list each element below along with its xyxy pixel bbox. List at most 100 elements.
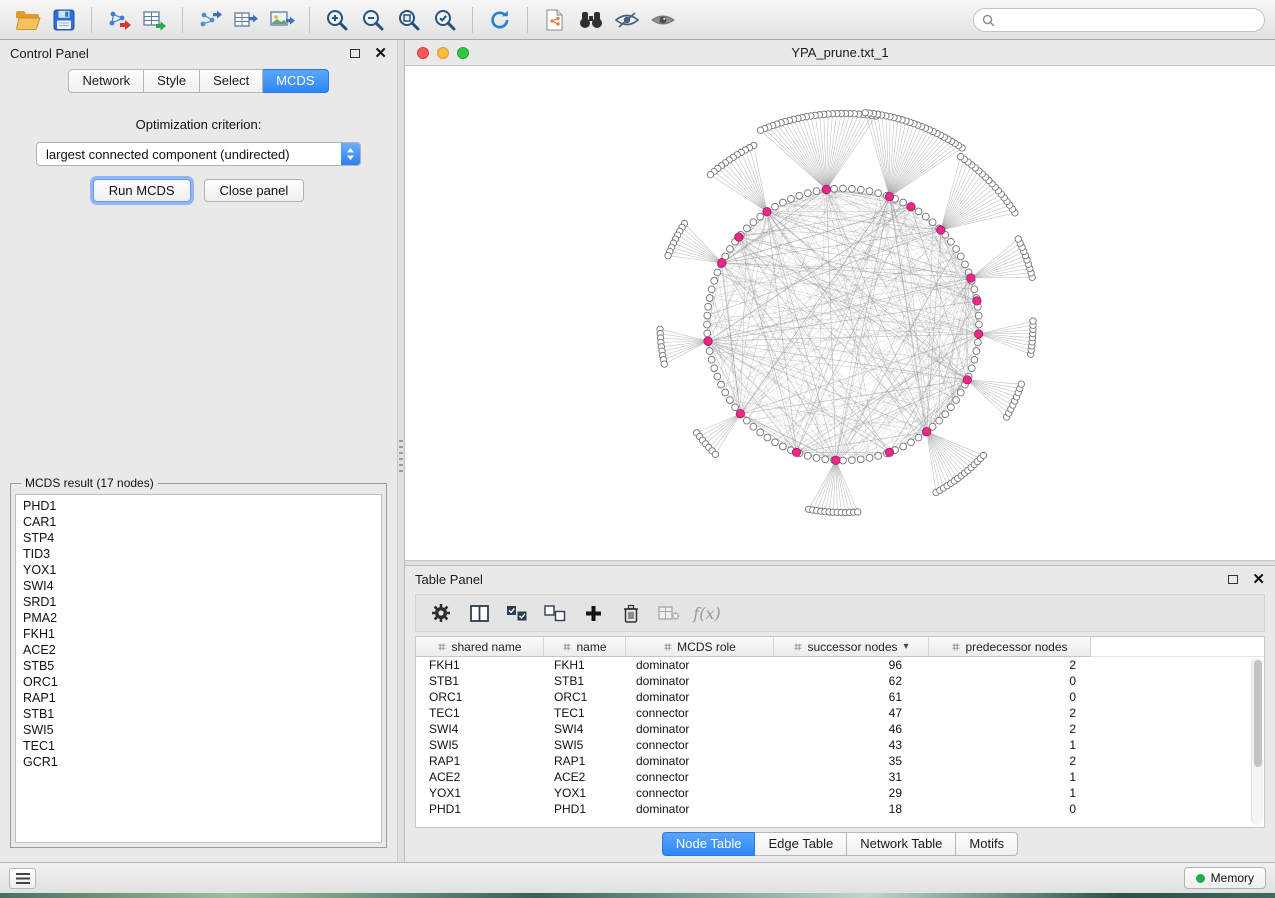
panel-splitter[interactable] [397,40,405,862]
memory-button[interactable]: Memory [1184,867,1266,889]
column-header-successor-nodes[interactable]: successor nodes▾ [774,637,929,657]
result-item[interactable]: CAR1 [23,514,374,530]
table-cell: ORC1 [544,689,626,705]
minimize-window-button[interactable] [437,47,449,59]
share-document-button[interactable] [537,5,573,35]
control-panel-close-button[interactable]: ✕ [374,46,387,61]
close-window-button[interactable] [417,47,429,59]
table-row[interactable]: ACE2ACE2connector311 [416,769,1264,785]
refresh-view-button[interactable] [482,5,518,35]
table-row[interactable]: ORC1ORC1dominator610 [416,689,1264,705]
result-item[interactable]: STP4 [23,530,374,546]
tab-motifs[interactable]: Motifs [956,832,1018,856]
show-graphics-details-button[interactable] [645,5,681,35]
main-area: Control Panel ✕ NetworkStyleSelectMCDS O… [0,40,1275,862]
table-row[interactable]: PHD1PHD1dominator180 [416,801,1264,817]
control-panel-float-button[interactable] [350,49,360,58]
table-cell: dominator [626,657,774,673]
table-scrollbar[interactable] [1251,658,1263,825]
delete-column-button[interactable] [612,597,650,629]
zoom-fit-button[interactable] [391,5,427,35]
right-area: YPA_prune.txt_1 Table Panel ✕ [405,40,1275,862]
hide-graphics-details-button[interactable] [609,5,645,35]
select-all-checkboxes-icon [506,605,528,622]
binoculars-icon [577,10,605,30]
network-canvas[interactable] [405,66,1274,560]
result-item[interactable]: SWI4 [23,578,374,594]
delete-table-button-disabled [650,597,688,629]
network-view-window: YPA_prune.txt_1 [405,40,1275,560]
column-header-predecessor-nodes[interactable]: predecessor nodes [929,637,1091,657]
search-network-button[interactable] [573,5,609,35]
result-item[interactable]: STB1 [23,706,374,722]
table-row[interactable]: TEC1TEC1connector472 [416,705,1264,721]
result-item[interactable]: STB5 [23,658,374,674]
mcds-result-list[interactable]: PHD1CAR1STP4TID3YOX1SWI4SRD1PMA2FKH1ACE2… [15,494,382,843]
tab-node-table[interactable]: Node Table [662,832,756,856]
table-row[interactable]: RAP1RAP1dominator352 [416,753,1264,769]
result-item[interactable]: YOX1 [23,562,374,578]
status-menu-button[interactable] [9,868,36,889]
table-row[interactable]: FKH1FKH1dominator962 [416,657,1264,673]
result-item[interactable]: FKH1 [23,626,374,642]
tab-select[interactable]: Select [200,69,263,93]
result-item[interactable]: ACE2 [23,642,374,658]
table-row[interactable]: SWI4SWI4dominator462 [416,721,1264,737]
table-row[interactable]: STB1STB1dominator620 [416,673,1264,689]
save-session-button[interactable] [46,5,82,35]
table-cell: 1 [929,785,1091,801]
result-item[interactable]: PMA2 [23,610,374,626]
column-header-name[interactable]: name [544,637,626,657]
tab-mcds[interactable]: MCDS [263,69,328,93]
maximize-window-button[interactable] [457,47,469,59]
close-mcds-panel-button[interactable]: Close panel [204,179,305,202]
result-item[interactable]: TEC1 [23,738,374,754]
scrollbar-thumb[interactable] [1254,660,1262,767]
hide-details-eye-icon [614,11,640,29]
table-panel-close-button[interactable]: ✕ [1252,572,1265,587]
zoom-in-button[interactable] [319,5,355,35]
export-table-button[interactable] [228,5,264,35]
tab-edge-table[interactable]: Edge Table [755,832,847,856]
run-mcds-button[interactable]: Run MCDS [93,179,191,202]
open-file-button[interactable] [10,5,46,35]
table-row[interactable]: SWI5SWI5connector431 [416,737,1264,753]
column-header-shared-name[interactable]: shared name [416,637,544,657]
zoom-out-button[interactable] [355,5,391,35]
tab-style[interactable]: Style [144,69,200,93]
table-row[interactable]: YOX1YOX1connector291 [416,785,1264,801]
import-network-button[interactable] [101,5,137,35]
mcds-tab-content: Optimization criterion: largest connecte… [0,93,397,862]
table-cell: ACE2 [544,769,626,785]
table-cell: SWI5 [544,737,626,753]
table-cell: 2 [929,721,1091,737]
show-columns-button[interactable] [460,597,498,629]
export-network-button[interactable] [192,5,228,35]
mcds-button-row: Run MCDS Close panel [8,179,389,202]
import-table-button[interactable] [137,5,173,35]
table-cell: 47 [774,705,929,721]
result-item[interactable]: PHD1 [23,498,374,514]
table-settings-button[interactable] [422,597,460,629]
table-cell: 96 [774,657,929,673]
result-item[interactable]: GCR1 [23,754,374,770]
tab-network[interactable]: Network [68,69,144,93]
select-all-button[interactable] [498,597,536,629]
criterion-dropdown[interactable]: largest connected component (undirected) [36,142,361,166]
result-item[interactable]: ORC1 [23,674,374,690]
result-item[interactable]: SWI5 [23,722,374,738]
add-column-button[interactable] [574,597,612,629]
result-item[interactable]: TID3 [23,546,374,562]
result-item[interactable]: RAP1 [23,690,374,706]
table-panel-float-button[interactable] [1228,575,1238,584]
zoom-selected-button[interactable] [427,5,463,35]
hamburger-menu-icon [16,873,30,884]
export-image-button[interactable] [264,5,300,35]
deselect-all-button[interactable] [536,597,574,629]
search-icon [982,14,995,27]
tab-network-table[interactable]: Network Table [847,832,956,856]
result-item[interactable]: SRD1 [23,594,374,610]
column-header-MCDS-role[interactable]: MCDS role [626,637,774,657]
search-input[interactable] [973,8,1265,32]
network-window-titlebar[interactable]: YPA_prune.txt_1 [405,40,1275,66]
